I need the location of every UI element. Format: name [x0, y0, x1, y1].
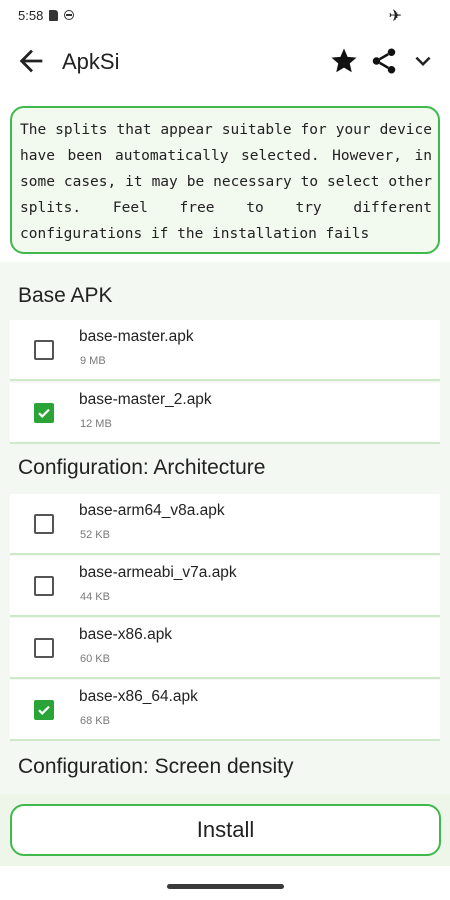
back-arrow-icon[interactable] [14, 44, 48, 78]
split-size: 68 KB [80, 715, 110, 727]
split-filename: base-arm64_v8a.apk [79, 502, 225, 519]
install-bar: Install [0, 794, 450, 866]
section-title-screen-density: Configuration: Screen density [18, 755, 294, 778]
chevron-down-icon[interactable] [408, 46, 438, 76]
split-row-x86[interactable]: base-x86.apk 60 KB [10, 618, 440, 679]
split-row-arm64-v8a[interactable]: base-arm64_v8a.apk 52 KB [10, 494, 440, 555]
app-title: ApkSi [62, 49, 120, 74]
status-bar: 5:58 ✈ [0, 0, 450, 30]
split-size: 44 KB [80, 591, 110, 603]
split-checkbox[interactable] [34, 638, 54, 658]
split-checkbox[interactable] [34, 340, 54, 360]
sd-card-icon [49, 9, 59, 21]
notice-text: The splits that appear suitable for your… [20, 122, 432, 242]
checkmark-icon [38, 705, 50, 715]
app-bar: ApkSi [0, 30, 450, 92]
auto-selection-notice: The splits that appear suitable for your… [10, 106, 440, 254]
split-checkbox[interactable] [34, 576, 54, 596]
gesture-navigation-bar[interactable] [167, 884, 284, 889]
split-filename: base-master.apk [79, 328, 194, 345]
split-checkbox-checked[interactable] [34, 700, 54, 720]
split-row-base-master[interactable]: base-master.apk 9 MB [10, 320, 440, 381]
split-filename: base-armeabi_v7a.apk [79, 564, 237, 581]
status-time: 5:58 [18, 7, 44, 23]
install-button[interactable]: Install [10, 804, 441, 856]
section-title-architecture: Configuration: Architecture [18, 456, 266, 479]
split-filename: base-x86_64.apk [79, 688, 198, 705]
airplane-mode-icon: ✈ [388, 8, 402, 25]
split-size: 52 KB [80, 529, 110, 541]
checkmark-icon [38, 408, 50, 418]
split-checkbox[interactable] [34, 514, 54, 534]
vpn-icon [64, 10, 75, 20]
split-size: 12 MB [80, 418, 112, 430]
share-icon[interactable] [369, 46, 399, 76]
section-title-base-apk: Base APK [18, 284, 113, 307]
split-filename: base-master_2.apk [79, 391, 212, 408]
star-icon[interactable] [329, 46, 359, 76]
split-row-x86-64[interactable]: base-x86_64.apk 68 KB [10, 680, 440, 741]
split-filename: base-x86.apk [79, 626, 173, 643]
split-row-armeabi-v7a[interactable]: base-armeabi_v7a.apk 44 KB [10, 556, 440, 617]
split-size: 9 MB [80, 355, 106, 367]
split-checkbox-checked[interactable] [34, 403, 54, 423]
split-row-base-master-2[interactable]: base-master_2.apk 12 MB [10, 383, 440, 444]
split-size: 60 KB [80, 653, 110, 665]
